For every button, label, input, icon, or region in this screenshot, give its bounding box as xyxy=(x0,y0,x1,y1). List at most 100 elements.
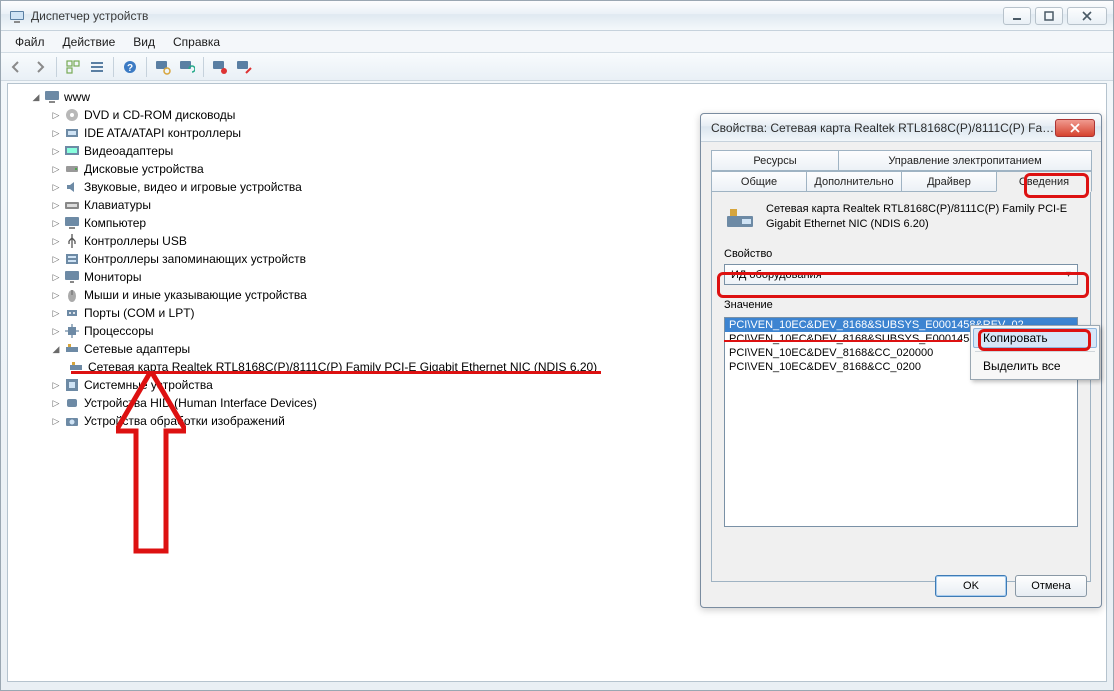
property-label: Свойство xyxy=(724,248,1078,260)
forward-button[interactable] xyxy=(29,56,51,78)
list-icon xyxy=(89,59,105,75)
close-button[interactable] xyxy=(1067,7,1107,25)
storage-controller-icon xyxy=(64,251,80,267)
value-label: Значение xyxy=(724,299,1078,311)
menu-file[interactable]: Файл xyxy=(7,33,53,51)
maximize-button[interactable] xyxy=(1035,7,1063,25)
tree-item-label: Компьютер xyxy=(84,216,146,230)
computer-remove-icon xyxy=(212,59,228,75)
dialog-buttons: OK Отмена xyxy=(935,575,1087,597)
disc-drive-icon xyxy=(64,107,80,123)
context-select-all[interactable]: Выделить все xyxy=(973,355,1097,377)
usb-icon xyxy=(64,233,80,249)
expand-icon[interactable]: ▷ xyxy=(50,271,62,283)
expand-icon[interactable]: ▷ xyxy=(50,109,62,121)
tab-resources[interactable]: Ресурсы xyxy=(711,150,839,171)
expand-icon[interactable]: ▷ xyxy=(50,253,62,265)
show-hidden-button[interactable] xyxy=(62,56,84,78)
expand-icon[interactable]: ▷ xyxy=(50,217,62,229)
app-icon xyxy=(9,8,25,24)
device-header: Сетевая карта Realtek RTL8168C(P)/8111C(… xyxy=(724,202,1078,234)
expand-icon[interactable]: ▷ xyxy=(50,289,62,301)
tab-power[interactable]: Управление электропитанием xyxy=(838,150,1092,171)
maximize-icon xyxy=(1044,11,1054,21)
tree-item-label: Видеоадаптеры xyxy=(84,144,173,158)
properties-toolbar-button[interactable] xyxy=(86,56,108,78)
tree-item-label: Устройства обработки изображений xyxy=(84,414,285,428)
menu-bar: Файл Действие Вид Справка xyxy=(1,31,1113,53)
expand-icon[interactable]: ▷ xyxy=(50,325,62,337)
mouse-icon xyxy=(64,287,80,303)
disable-button[interactable] xyxy=(233,56,255,78)
update-driver-button[interactable] xyxy=(176,56,198,78)
tree-item-label: Процессоры xyxy=(84,324,154,338)
tree-root[interactable]: ◢ www xyxy=(16,88,1106,106)
tree-item-label: Звуковые, видео и игровые устройства xyxy=(84,180,302,194)
dialog-close-button[interactable] xyxy=(1055,119,1095,137)
tab-details[interactable]: Сведения xyxy=(996,171,1092,192)
device-description: Сетевая карта Realtek RTL8168C(P)/8111C(… xyxy=(766,202,1067,232)
back-button[interactable] xyxy=(5,56,27,78)
close-icon xyxy=(1082,11,1092,21)
display-adapter-icon xyxy=(64,143,80,159)
expand-icon[interactable]: ▷ xyxy=(50,199,62,211)
system-device-icon xyxy=(64,377,80,393)
device-desc-line: Сетевая карта Realtek RTL8168C(P)/8111C(… xyxy=(766,202,1067,217)
expand-icon[interactable]: ▷ xyxy=(50,307,62,319)
scan-hardware-button[interactable] xyxy=(152,56,174,78)
menu-action[interactable]: Действие xyxy=(55,33,124,51)
help-toolbar-button[interactable]: ? xyxy=(119,56,141,78)
hid-icon xyxy=(64,395,80,411)
menu-help[interactable]: Справка xyxy=(165,33,228,51)
tree-item-label: Устройства HID (Human Interface Devices) xyxy=(84,396,317,410)
computer-disable-icon xyxy=(236,59,252,75)
close-icon xyxy=(1070,123,1080,133)
expand-icon[interactable]: ▷ xyxy=(50,181,62,193)
uninstall-button[interactable] xyxy=(209,56,231,78)
dialog-title-bar: Свойства: Сетевая карта Realtek RTL8168C… xyxy=(701,114,1101,142)
tab-driver[interactable]: Драйвер xyxy=(901,171,997,192)
minimize-button[interactable] xyxy=(1003,7,1031,25)
computer-icon xyxy=(64,215,80,231)
expand-icon[interactable]: ▷ xyxy=(50,127,62,139)
expand-icon[interactable]: ▷ xyxy=(50,163,62,175)
toolbar-separator xyxy=(203,57,204,77)
grid-icon xyxy=(65,59,81,75)
svg-text:?: ? xyxy=(127,63,133,74)
device-desc-line: Gigabit Ethernet NIC (NDIS 6.20) xyxy=(766,217,1067,232)
property-dropdown-value: ИД оборудования xyxy=(731,269,822,281)
annotation-underline xyxy=(71,371,601,374)
network-card-large-icon xyxy=(724,202,756,234)
menu-view[interactable]: Вид xyxy=(125,33,163,51)
toolbar-separator xyxy=(113,57,114,77)
context-copy[interactable]: Копировать xyxy=(973,328,1097,348)
tab-general[interactable]: Общие xyxy=(711,171,807,192)
computer-search-icon xyxy=(155,59,171,75)
property-dropdown[interactable]: ИД оборудования xyxy=(724,264,1078,285)
title-bar: Диспетчер устройств xyxy=(1,1,1113,31)
port-icon xyxy=(64,305,80,321)
tree-item-label: Системные устройства xyxy=(84,378,213,392)
tree-item-label: Порты (COM и LPT) xyxy=(84,306,195,320)
ok-button[interactable]: OK xyxy=(935,575,1007,597)
ide-controller-icon xyxy=(64,125,80,141)
arrow-left-icon xyxy=(8,59,24,75)
toolbar-separator xyxy=(146,57,147,77)
minimize-icon xyxy=(1012,11,1022,21)
collapse-icon[interactable]: ◢ xyxy=(30,91,42,103)
expand-icon[interactable]: ▷ xyxy=(50,379,62,391)
expand-icon[interactable]: ▷ xyxy=(50,235,62,247)
expand-icon[interactable]: ▷ xyxy=(50,397,62,409)
tab-advanced[interactable]: Дополнительно xyxy=(806,171,902,192)
cancel-button[interactable]: Отмена xyxy=(1015,575,1087,597)
tab-strip: Ресурсы Управление электропитанием Общие… xyxy=(711,150,1091,192)
window-controls xyxy=(1003,7,1107,25)
tree-item-label: Контроллеры USB xyxy=(84,234,187,248)
tree-item-label: IDE ATA/ATAPI контроллеры xyxy=(84,126,241,140)
expand-icon[interactable]: ▷ xyxy=(50,145,62,157)
processor-icon xyxy=(64,323,80,339)
disk-drive-icon xyxy=(64,161,80,177)
collapse-icon[interactable]: ◢ xyxy=(50,343,62,355)
expand-icon[interactable]: ▷ xyxy=(50,415,62,427)
arrow-right-icon xyxy=(32,59,48,75)
